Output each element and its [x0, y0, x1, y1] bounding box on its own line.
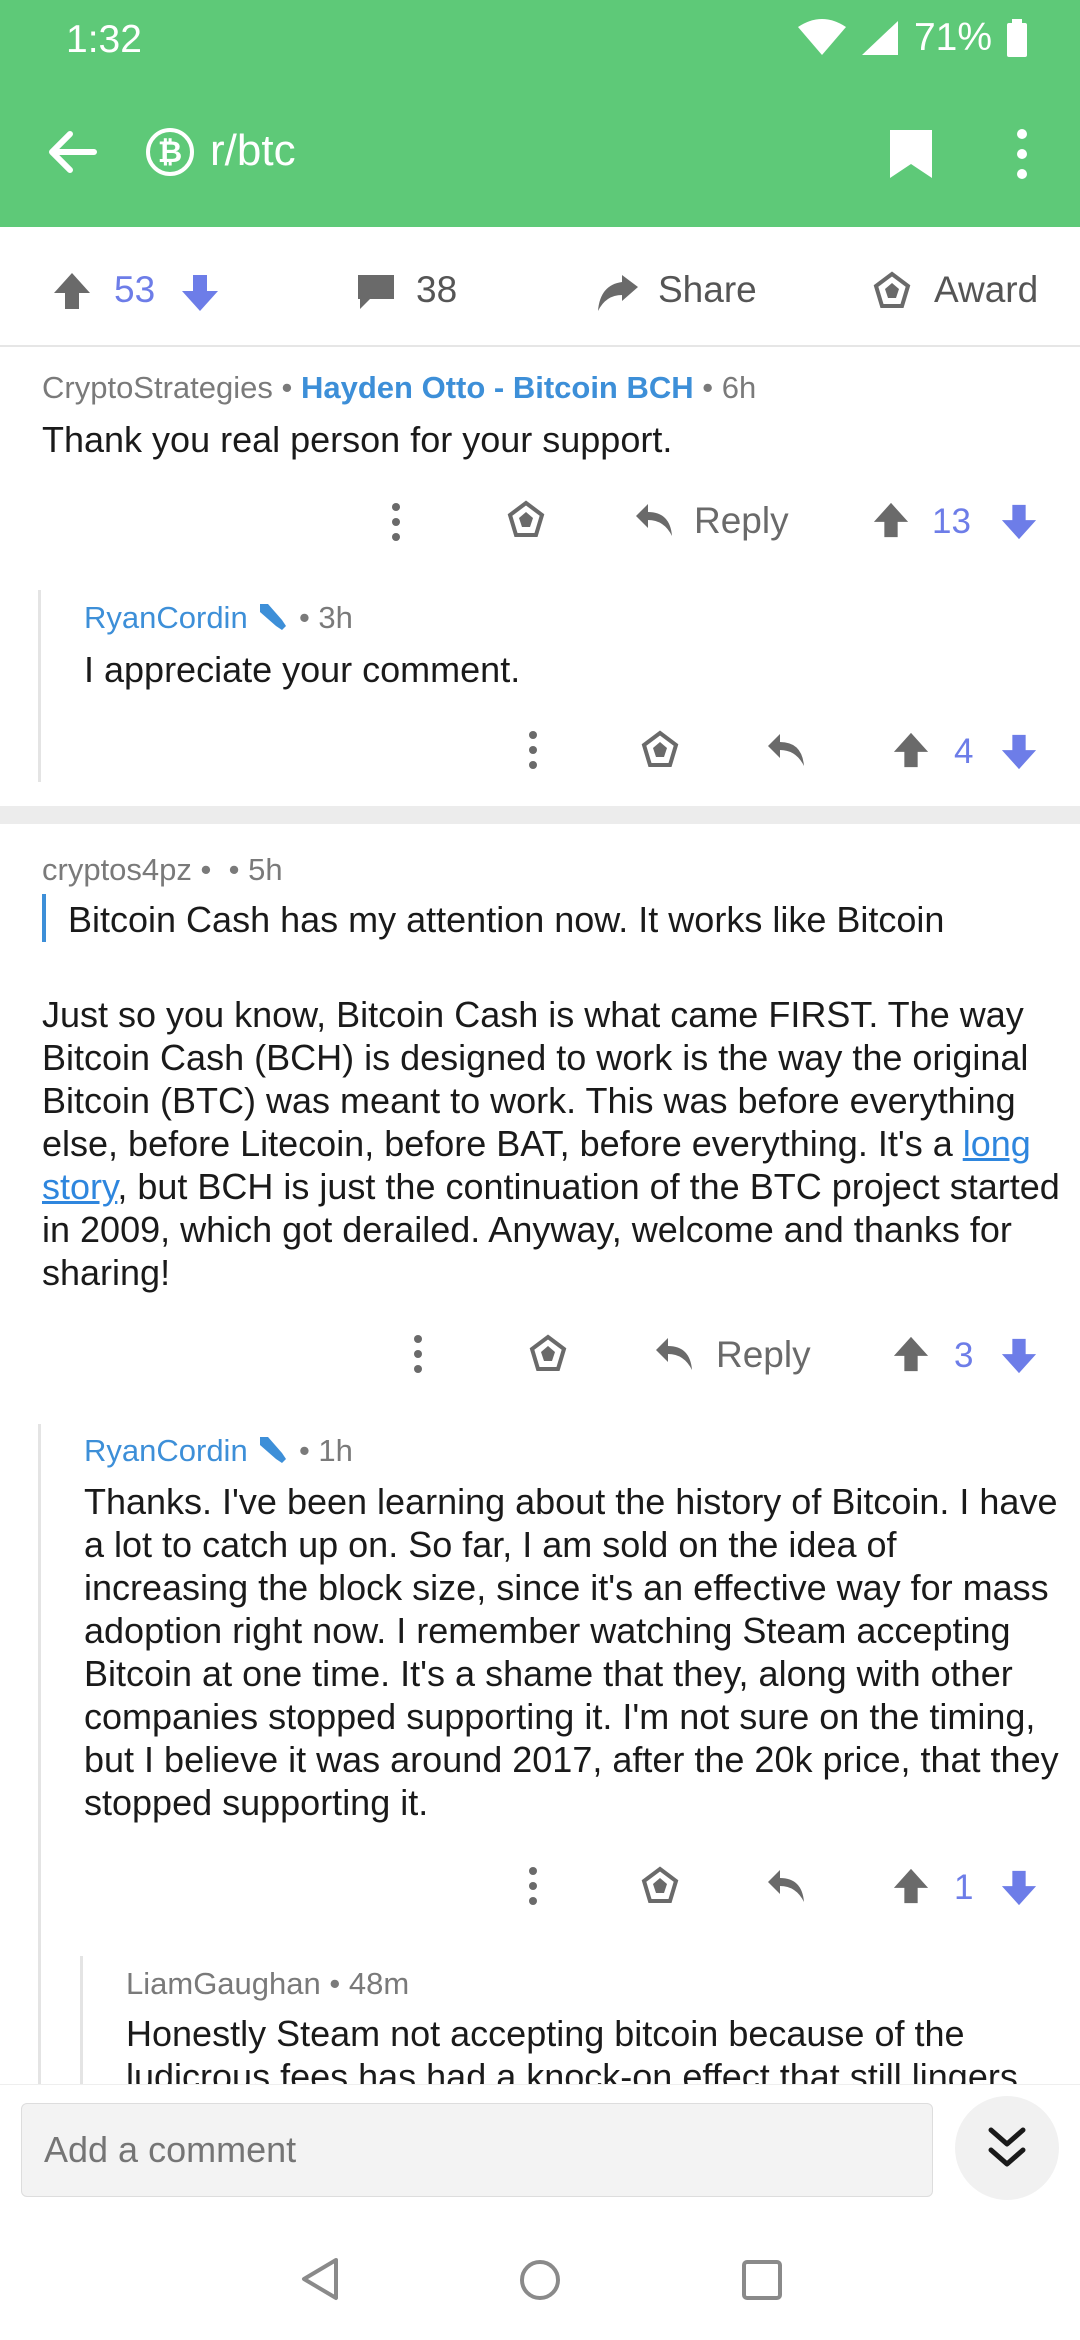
comment-body: Honestly Steam not accepting bitcoin bec…	[126, 2013, 1018, 2084]
next-comment-button[interactable]	[955, 2096, 1059, 2200]
comment-meta: CryptoStrategies • Hayden Otto - Bitcoin…	[42, 370, 757, 405]
comment-more-icon[interactable]	[412, 1334, 424, 1374]
downvote-icon[interactable]	[1000, 1868, 1038, 1908]
award-icon[interactable]	[640, 730, 680, 770]
award-icon[interactable]	[528, 1334, 568, 1374]
battery-percent: 71%	[913, 16, 992, 59]
reply-icon[interactable]	[654, 1336, 694, 1372]
nav-recents-icon[interactable]	[740, 2258, 784, 2302]
comment-meta: RyanCordin • 1h	[84, 1433, 353, 1468]
comment-body: I appreciate your comment.	[84, 649, 521, 690]
wrench-icon	[260, 604, 287, 630]
quoted-text: Bitcoin Cash has my attention now. It wo…	[68, 899, 945, 940]
subreddit-title[interactable]: r/btc	[210, 126, 296, 176]
comment-time: 6h	[721, 370, 757, 405]
bookmark-icon[interactable]	[888, 128, 934, 180]
comment-time: 1h	[318, 1433, 353, 1468]
post-action-bar: 53 38 Share Award	[0, 227, 1080, 347]
comment-author[interactable]: RyanCordin	[84, 600, 248, 635]
comment-time: 3h	[318, 600, 353, 635]
reply-icon[interactable]	[634, 502, 674, 538]
comment-more-icon[interactable]	[390, 502, 402, 542]
app-header: 1:32 71% ₿ r/btc	[0, 0, 1080, 227]
downvote-icon[interactable]	[180, 273, 220, 313]
comment-more-icon[interactable]	[527, 730, 539, 770]
back-arrow-icon[interactable]	[46, 128, 98, 176]
comment-author[interactable]: CryptoStrategies	[42, 370, 273, 405]
status-icons: 71%	[797, 16, 1028, 60]
comment-body: Thank you real person for your support.	[42, 419, 673, 460]
award-icon[interactable]	[640, 1866, 680, 1906]
reply-button[interactable]: Reply	[716, 1334, 811, 1376]
comment-divider	[0, 806, 1080, 824]
add-comment-input[interactable]	[22, 2104, 932, 2196]
double-chevron-down-icon	[988, 2127, 1026, 2167]
nav-back-icon[interactable]	[298, 2256, 342, 2302]
comment-meta: LiamGaughan • 48m	[126, 1966, 410, 2001]
reply-icon[interactable]	[766, 732, 806, 768]
award-button[interactable]: Award	[934, 269, 1038, 311]
add-comment-field[interactable]	[21, 2103, 933, 2197]
comment-score: 13	[932, 502, 971, 541]
comment-time: 48m	[348, 1966, 410, 2001]
thread-line	[38, 1424, 41, 2104]
share-button[interactable]: Share	[658, 269, 757, 311]
comment-author[interactable]: cryptos4pz	[42, 852, 192, 887]
downvote-icon[interactable]	[1000, 502, 1038, 542]
comment-score: 1	[954, 1868, 974, 1907]
overflow-menu-icon[interactable]	[1012, 128, 1032, 180]
comment-body: Thanks. I've been learning about the his…	[84, 1481, 1059, 1823]
comment-body-clip: Honestly Steam not accepting bitcoin bec…	[126, 2012, 1066, 2084]
upvote-icon[interactable]	[872, 500, 910, 540]
subreddit-icon: ₿	[146, 128, 194, 176]
upvote-icon[interactable]	[892, 1334, 930, 1374]
thread-line	[80, 1956, 83, 2104]
comment-body: Just so you know, Bitcoin Cash is what c…	[42, 994, 1060, 1293]
upvote-icon[interactable]	[892, 1866, 930, 1906]
reply-icon[interactable]	[766, 1868, 806, 1904]
comment-score: 3	[954, 1336, 974, 1375]
downvote-icon[interactable]	[1000, 732, 1038, 772]
comment-icon[interactable]	[356, 273, 396, 311]
upvote-icon[interactable]	[52, 271, 92, 311]
comment-count: 38	[416, 269, 458, 310]
comment-meta: RyanCordin • 3h	[84, 600, 353, 635]
user-flair: Hayden Otto - Bitcoin BCH	[300, 370, 694, 405]
downvote-icon[interactable]	[1000, 1336, 1038, 1376]
thread-line	[38, 590, 41, 782]
comment-time: 5h	[248, 852, 283, 887]
system-nav-bar	[0, 2212, 1080, 2340]
post-score: 53	[114, 269, 156, 310]
upvote-icon[interactable]	[892, 730, 930, 770]
share-icon[interactable]	[596, 273, 640, 313]
reply-button[interactable]: Reply	[694, 500, 789, 542]
status-time: 1:32	[66, 18, 142, 61]
award-icon[interactable]	[506, 500, 546, 540]
comment-author[interactable]: RyanCordin	[84, 1433, 248, 1468]
quote-bar	[42, 894, 46, 942]
cell-signal-icon	[861, 21, 898, 55]
wrench-icon	[260, 1437, 287, 1463]
nav-home-icon[interactable]	[518, 2258, 562, 2302]
award-icon[interactable]	[872, 271, 912, 311]
comment-meta: cryptos4pz • • 5h	[42, 852, 283, 887]
comment-score: 4	[954, 732, 974, 771]
comment-more-icon[interactable]	[527, 1866, 539, 1906]
comment-author[interactable]: LiamGaughan	[126, 1966, 321, 2001]
battery-icon	[1007, 19, 1027, 57]
wifi-icon	[797, 19, 846, 55]
